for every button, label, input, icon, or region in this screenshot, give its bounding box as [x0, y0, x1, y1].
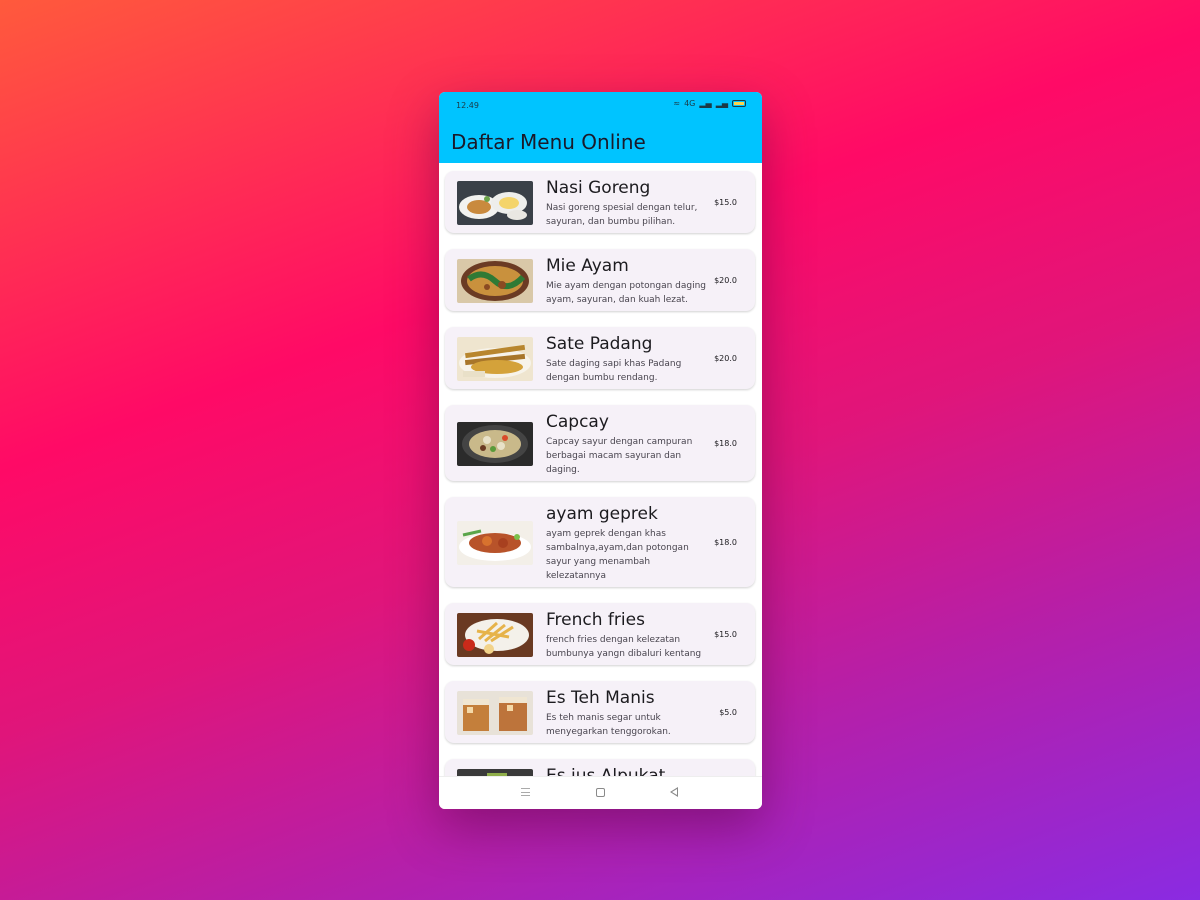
menu-name: Capcay [546, 412, 609, 432]
signal-icon: ▂▄ [699, 99, 712, 108]
ayam-geprek-photo [457, 521, 533, 565]
menu-card-es-teh-manis[interactable]: Es Teh Manis Es teh manis segar untuk me… [445, 681, 755, 743]
menu-price: $20.0 [714, 354, 737, 363]
menu-card-ayam-geprek[interactable]: ayam geprek ayam geprek dengan khas samb… [445, 497, 755, 587]
sate-padang-photo [457, 337, 533, 381]
menu-icon [520, 788, 530, 796]
menu-price: $20.0 [714, 276, 737, 285]
status-time: 12.49 [456, 101, 479, 110]
app-bar: Daftar Menu Online [439, 120, 762, 163]
menu-price: $18.0 [714, 538, 737, 547]
menu-desc: Sate daging sapi khas Padang dengan bumb… [546, 359, 682, 383]
menu-price: $15.0 [714, 198, 737, 207]
status-bar: 12.49 ≈ 4G ▂▄ ▂▄ [439, 92, 762, 120]
menu-price: $5.0 [719, 708, 737, 717]
capcay-photo [457, 422, 533, 466]
nasi-goreng-photo [457, 181, 533, 225]
menu-name: Es jus Alpukat [546, 766, 666, 776]
menu-card-es-jus-alpukat[interactable]: Es jus Alpukat [445, 759, 755, 776]
system-nav-bar [439, 776, 762, 809]
menu-name: Mie Ayam [546, 256, 629, 276]
network-type: 4G [684, 99, 696, 108]
french-fries-photo [457, 613, 533, 657]
menu-list[interactable]: Nasi Goreng Nasi goreng spesial dengan t… [439, 163, 762, 776]
menu-card-nasi-goreng[interactable]: Nasi Goreng Nasi goreng spesial dengan t… [445, 171, 755, 233]
mie-ayam-photo [457, 259, 533, 303]
menu-name: Sate Padang [546, 334, 653, 354]
menu-name: French fries [546, 610, 645, 630]
status-icons: ≈ 4G ▂▄ ▂▄ [673, 99, 746, 108]
wifi-icon: ≈ [673, 99, 681, 108]
back-icon [670, 787, 678, 797]
menu-name: Nasi Goreng [546, 178, 651, 198]
menu-desc: Mie ayam dengan potongan daging ayam, sa… [546, 281, 707, 305]
es-jus-alpukat-photo [457, 769, 533, 776]
menu-price: $18.0 [714, 439, 737, 448]
menu-card-capcay[interactable]: Capcay Capcay sayur dengan campuran berb… [445, 405, 755, 481]
menu-card-french-fries[interactable]: French fries french fries dengan kelezat… [445, 603, 755, 665]
menu-card-mie-ayam[interactable]: Mie Ayam Mie ayam dengan potongan daging… [445, 249, 755, 311]
signal-icon-2: ▂▄ [715, 99, 728, 108]
menu-card-sate-padang[interactable]: Sate Padang Sate daging sapi khas Padang… [445, 327, 755, 389]
page-title: Daftar Menu Online [451, 130, 646, 154]
es-teh-manis-photo [457, 691, 533, 735]
menu-desc: ayam geprek dengan khas sambalnya,ayam,d… [546, 529, 689, 581]
menu-name: ayam geprek [546, 504, 658, 524]
menu-desc: Capcay sayur dengan campuran berbagai ma… [546, 437, 693, 475]
menu-name: Es Teh Manis [546, 688, 655, 708]
menu-price: $15.0 [714, 630, 737, 639]
battery-icon [732, 100, 746, 107]
menu-desc: Es teh manis segar untuk menyegarkan ten… [546, 713, 671, 737]
home-button[interactable] [593, 786, 607, 799]
phone-screen: 12.49 ≈ 4G ▂▄ ▂▄ Daftar Menu Online Nasi… [439, 92, 762, 809]
back-button[interactable] [667, 786, 681, 798]
home-icon [595, 788, 605, 797]
recent-apps-button[interactable] [518, 786, 532, 798]
menu-desc: french fries dengan kelezatan bumbunya y… [546, 635, 702, 659]
menu-desc: Nasi goreng spesial dengan telur, sayura… [546, 203, 698, 227]
